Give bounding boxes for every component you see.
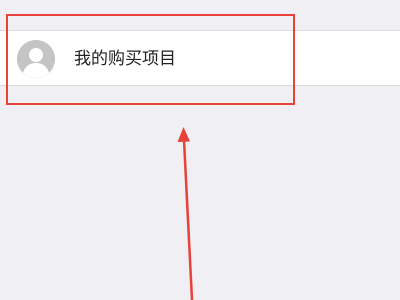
annotation-highlight-box	[6, 14, 295, 105]
